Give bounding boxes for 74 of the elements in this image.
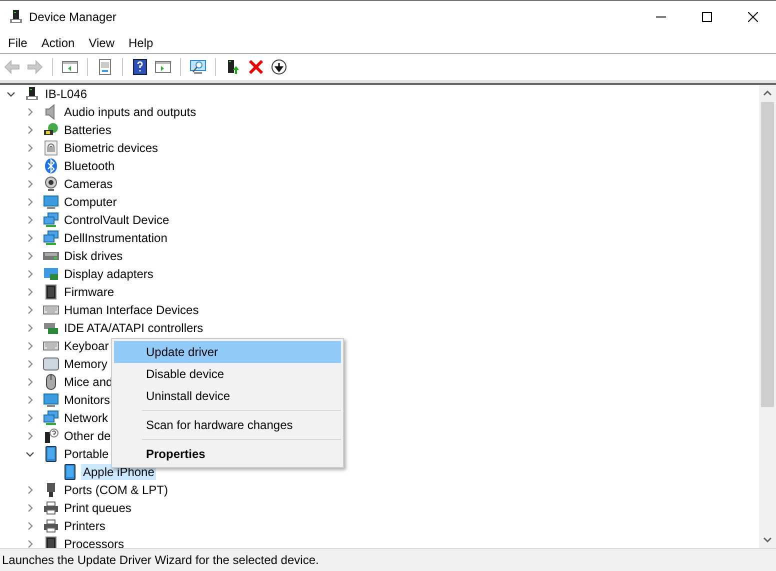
tree-item[interactable]: Other de [62, 428, 113, 444]
monitor-icon [43, 392, 59, 408]
tree-item[interactable]: ControlVault Device [62, 212, 172, 228]
back-arrow-icon [4, 59, 20, 75]
tree-item[interactable]: Processors [62, 536, 126, 548]
phone-icon [62, 464, 78, 480]
menu-item[interactable]: Scan for hardware changes [114, 414, 341, 436]
download-icon [271, 59, 287, 75]
tree-item[interactable]: Bluetooth [62, 158, 117, 174]
monitor-search-icon [190, 59, 206, 75]
network-icon [43, 410, 59, 426]
tree-item[interactable]: Disk drives [62, 248, 125, 264]
menu-item[interactable]: File [1, 36, 34, 50]
tree-item[interactable]: Batteries [62, 122, 114, 138]
help-icon [132, 59, 148, 75]
menu-item[interactable]: Properties [114, 443, 341, 465]
tree-item[interactable]: Portable [62, 446, 111, 462]
memory-icon [43, 356, 59, 372]
mouse-icon [43, 374, 59, 390]
tree-item[interactable]: Printers [62, 518, 108, 534]
menu-item[interactable]: View [82, 36, 122, 50]
status-bar: Launches the Update Driver Wizard for the selected device. [0, 548, 776, 571]
tree-item[interactable]: Display adapters [62, 266, 156, 282]
window-panel-icon [62, 59, 78, 75]
chip-icon [43, 284, 59, 300]
monitor-icon [43, 194, 59, 210]
tree-item[interactable]: Biometric devices [62, 140, 160, 156]
menu-item[interactable]: Action [34, 36, 82, 50]
tree-item[interactable]: IB-L046 [43, 86, 90, 102]
tree-item[interactable]: Computer [62, 194, 119, 210]
menu-item[interactable]: Uninstall device [114, 385, 341, 407]
delete-icon [248, 59, 264, 75]
tree-item[interactable]: Print queues [62, 500, 134, 516]
forward-arrow-icon [27, 59, 43, 75]
toolbar-button[interactable] [130, 57, 150, 77]
computer-icon [24, 86, 40, 102]
device-update-icon [225, 59, 241, 75]
card-icon [43, 320, 59, 336]
tree-item[interactable]: Audio inputs and outputs [62, 104, 198, 120]
scroll-thumb[interactable] [761, 102, 774, 407]
menu-item[interactable]: Update driver [114, 341, 341, 363]
bluetooth-icon [43, 158, 59, 174]
tree-item[interactable]: Ports (COM & LPT) [62, 482, 170, 498]
scrollbar[interactable] [759, 85, 776, 548]
network-icon [43, 230, 59, 246]
tree-item[interactable]: Monitors [62, 392, 112, 408]
window-title: Device Manager [29, 10, 116, 24]
minimize-icon [656, 16, 666, 18]
window-panel-icon [155, 59, 171, 75]
webcam-icon [43, 176, 59, 192]
tree-item[interactable]: Firmware [62, 284, 116, 300]
network-icon [43, 212, 59, 228]
tree-item[interactable]: DellInstrumentation [62, 230, 170, 246]
properties-sheet-icon [97, 59, 113, 75]
tree-item[interactable]: IDE ATA/ATAPI controllers [62, 320, 206, 336]
maximize-icon [702, 12, 712, 22]
phone-icon [43, 446, 59, 462]
printer-icon [43, 518, 59, 534]
display-card-icon [43, 266, 59, 282]
menu-item[interactable]: Help [122, 36, 160, 50]
close-icon [748, 12, 758, 22]
toolbar-button[interactable] [269, 57, 289, 77]
printer-icon [43, 500, 59, 516]
tree-item[interactable]: Network [62, 410, 110, 426]
battery-icon [43, 122, 59, 138]
menu-item[interactable]: Disable device [114, 363, 341, 385]
computer-icon [8, 8, 24, 24]
tree-item[interactable]: Keyboar [62, 338, 111, 354]
fingerprint-icon [43, 140, 59, 156]
tree-item[interactable]: Memory [62, 356, 110, 372]
tree-item[interactable]: Cameras [62, 176, 115, 192]
question-icon [43, 428, 59, 444]
tree-item[interactable]: Human Interface Devices [62, 302, 201, 318]
chip-icon [43, 536, 59, 548]
